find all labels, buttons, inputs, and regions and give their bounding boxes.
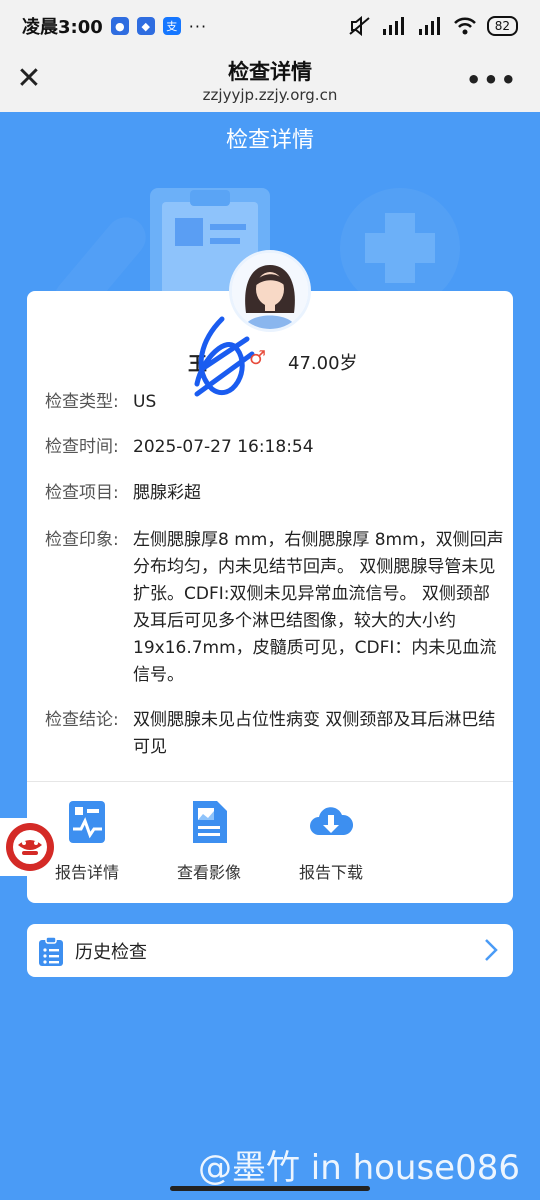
cloud-download-icon <box>310 807 353 835</box>
patient-info: 王 ♂ 47.00岁 <box>27 316 513 397</box>
field-value: 双侧腮腺未见占位性病变 双侧颈部及耳后淋巴结可见 <box>133 710 496 757</box>
watermark: @墨竹 in house086 <box>197 1148 520 1188</box>
field-value: 腮腺彩超 <box>133 483 201 503</box>
field-value: US <box>133 392 157 412</box>
field-exam-conclusion: 检查结论: 双侧腮腺未见占位性病变 双侧颈部及耳后淋巴结可见 <box>45 707 505 761</box>
signal-icon-2 <box>418 17 440 35</box>
browser-title-bar: ✕ 检查详情 zzjyyjp.zzjy.org.cn ••• <box>0 52 540 112</box>
view-image-button[interactable]: 查看影像 <box>154 799 264 883</box>
alipay-icon: 支 <box>162 17 181 35</box>
history-label: 历史检查 <box>75 942 147 963</box>
baidu-app-icon: ● <box>110 17 129 35</box>
field-value: 左侧腮腺厚8 mm，右侧腮腺厚 8mm，双侧回声分布均匀，内未见结节回声。 双侧… <box>133 530 504 685</box>
battery-indicator: 82 <box>486 16 518 36</box>
field-label: 检查时间: <box>45 437 119 457</box>
report-card: 王 ♂ 47.00岁 检查类型: US 检查时间: 2025-07-27 16:… <box>27 291 513 903</box>
field-label: 检查类型: <box>45 392 119 412</box>
field-exam-time: 检查时间: 2025-07-27 16:18:54 <box>45 434 505 461</box>
more-notifications-icon: ··· <box>188 16 208 36</box>
history-exam-row[interactable]: 历史检查 <box>27 924 513 977</box>
report-download-button[interactable]: 报告下载 <box>276 799 386 883</box>
view-image-icon <box>193 801 227 843</box>
field-label: 检查印象: <box>45 530 119 550</box>
field-label: 检查项目: <box>45 483 119 503</box>
page-title: 检查详情 <box>225 128 314 153</box>
floating-mascot-button[interactable] <box>0 818 60 876</box>
avatar <box>229 250 311 332</box>
gender-symbol: ♂ <box>249 347 267 369</box>
nav-url: zzjyyjp.zzjy.org.cn <box>202 86 338 104</box>
mute-icon <box>349 16 370 36</box>
more-menu-icon[interactable]: ••• <box>466 66 518 94</box>
field-exam-type: 检查类型: US <box>45 389 505 416</box>
signal-icon-1 <box>382 17 404 35</box>
status-time: 凌晨3:00 <box>22 17 103 38</box>
report-detail-icon <box>69 801 105 843</box>
baidu-paw-icon: ◆ <box>136 17 155 35</box>
divider <box>27 781 513 782</box>
wifi-icon <box>453 17 476 35</box>
female-avatar-icon <box>232 253 308 329</box>
field-exam-item: 检查项目: 腮腺彩超 <box>45 480 505 507</box>
patient-age: 47.00岁 <box>288 353 358 374</box>
field-exam-impression: 检查印象: 左侧腮腺厚8 mm，右侧腮腺厚 8mm，双侧回声分布均匀，内未见结节… <box>45 527 505 689</box>
status-bar: 凌晨3:00 ● ◆ 支 ··· 82 <box>0 0 540 52</box>
clipboard-icon <box>39 936 63 966</box>
action-label: 报告下载 <box>298 863 363 882</box>
field-value: 2025-07-27 16:18:54 <box>133 437 314 457</box>
status-right: 82 <box>349 16 518 36</box>
chevron-right-icon <box>485 939 498 961</box>
home-indicator[interactable] <box>170 1186 370 1191</box>
action-label: 查看影像 <box>176 863 241 882</box>
nav-title: 检查详情 <box>228 60 312 84</box>
field-label: 检查结论: <box>45 710 119 730</box>
mascot-icon <box>6 823 54 871</box>
